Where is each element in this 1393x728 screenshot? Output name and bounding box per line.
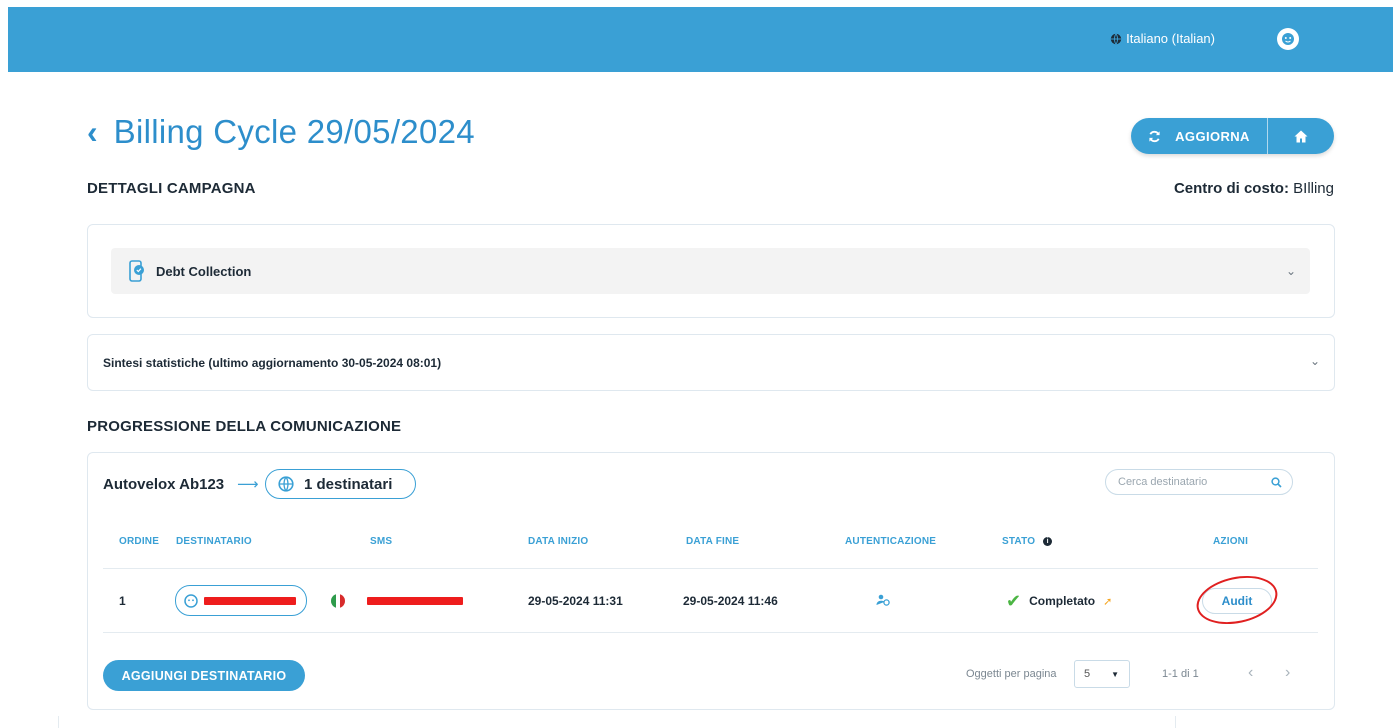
cost-center-value: BIlling bbox=[1293, 180, 1334, 197]
column-status: STATO i bbox=[1002, 536, 1053, 547]
search-input[interactable] bbox=[1118, 476, 1258, 488]
row-status: ✔ Completato ➚ bbox=[1006, 592, 1112, 610]
user-avatar-icon[interactable] bbox=[1277, 28, 1299, 50]
lower-panel-edge bbox=[58, 716, 1176, 728]
column-sms: SMS bbox=[370, 536, 393, 547]
header-actions: AGGIORNA bbox=[1131, 118, 1334, 154]
chevron-down-icon[interactable]: ⌄ bbox=[1286, 264, 1296, 278]
mobile-check-icon bbox=[129, 260, 144, 282]
globe-icon bbox=[278, 476, 294, 492]
home-icon bbox=[1294, 130, 1308, 142]
italy-flag-icon bbox=[331, 594, 345, 608]
add-recipient-button[interactable]: AGGIUNGI DESTINATARIO bbox=[103, 660, 305, 691]
column-authentication: AUTENTICAZIONE bbox=[845, 536, 937, 547]
check-icon: ✔ bbox=[1006, 591, 1022, 611]
recipient-search[interactable] bbox=[1105, 469, 1293, 495]
cost-center-label: Centro di costo: bbox=[1173, 180, 1289, 197]
cost-center: Centro di costo: BIlling bbox=[1174, 180, 1334, 197]
refresh-label: AGGIORNA bbox=[1175, 128, 1250, 144]
audit-button[interactable]: Audit bbox=[1202, 588, 1272, 614]
column-end-date: DATA FINE bbox=[686, 536, 740, 547]
column-order: ORDINE bbox=[119, 536, 160, 547]
user-avatar-icon bbox=[184, 593, 198, 608]
recipient-redacted bbox=[204, 596, 296, 605]
lightning-icon: ➚ bbox=[1103, 595, 1113, 608]
next-page-icon[interactable]: › bbox=[1285, 664, 1290, 682]
row-order: 1 bbox=[119, 594, 126, 608]
column-status-label: STATO bbox=[1002, 536, 1036, 547]
caret-down-icon: ▼ bbox=[1111, 669, 1119, 679]
arrow-right-icon: ⟶ bbox=[237, 476, 259, 493]
flow-name: Autovelox Ab123 bbox=[103, 476, 225, 493]
column-start-date: DATA INIZIO bbox=[528, 536, 589, 547]
chevron-down-icon[interactable]: ⌄ bbox=[1310, 354, 1320, 368]
recipients-button[interactable]: 1 destinatari bbox=[265, 469, 416, 499]
row-end-date: 29-05-2024 11:46 bbox=[683, 594, 778, 608]
user-authentication-icon[interactable] bbox=[876, 593, 890, 611]
chevron-left-icon: ‹ bbox=[87, 114, 98, 150]
campaign-type-accordion[interactable]: Debt Collection bbox=[111, 248, 1310, 294]
campaign-type-label: Debt Collection bbox=[156, 263, 252, 279]
language-selector[interactable]: Italiano (Italian) bbox=[1110, 31, 1215, 46]
refresh-icon bbox=[1149, 130, 1160, 142]
info-icon[interactable]: i bbox=[1043, 536, 1053, 546]
column-actions: AZIONI bbox=[1213, 536, 1249, 547]
campaign-details-title: DETTAGLI CAMPAGNA bbox=[87, 180, 256, 197]
items-per-page-select[interactable]: 5 ▼ bbox=[1074, 660, 1130, 688]
language-label: Italiano (Italian) bbox=[1126, 31, 1215, 46]
recipients-label: 1 destinatari bbox=[304, 475, 393, 493]
back-link[interactable]: ‹ Billing Cycle 29/05/2024 bbox=[87, 113, 475, 151]
home-button[interactable] bbox=[1268, 118, 1334, 154]
search-icon bbox=[1271, 476, 1282, 488]
column-recipient: DESTINATARIO bbox=[176, 536, 252, 547]
globe-icon bbox=[1110, 33, 1122, 44]
refresh-button[interactable]: AGGIORNA bbox=[1131, 118, 1268, 154]
row-status-label: Completato bbox=[1029, 594, 1096, 608]
stats-label: Sintesi statistiche (ultimo aggiornament… bbox=[103, 356, 442, 370]
progression-title: PROGRESSIONE DELLA COMUNICAZIONE bbox=[87, 418, 402, 435]
items-per-page-value: 5 bbox=[1084, 668, 1091, 680]
pagination-range: 1-1 di 1 bbox=[1162, 668, 1199, 680]
page-title: Billing Cycle 29/05/2024 bbox=[113, 113, 475, 150]
items-per-page-label: Oggetti per pagina bbox=[966, 668, 1057, 680]
row-start-date: 29-05-2024 11:31 bbox=[528, 594, 623, 608]
table-divider bbox=[103, 568, 1318, 569]
recipient-chip[interactable] bbox=[175, 585, 307, 616]
sms-number-redacted bbox=[367, 597, 463, 605]
previous-page-icon[interactable]: ‹ bbox=[1248, 664, 1253, 682]
table-divider bbox=[103, 632, 1318, 633]
top-bar: Italiano (Italian) bbox=[8, 7, 1393, 72]
